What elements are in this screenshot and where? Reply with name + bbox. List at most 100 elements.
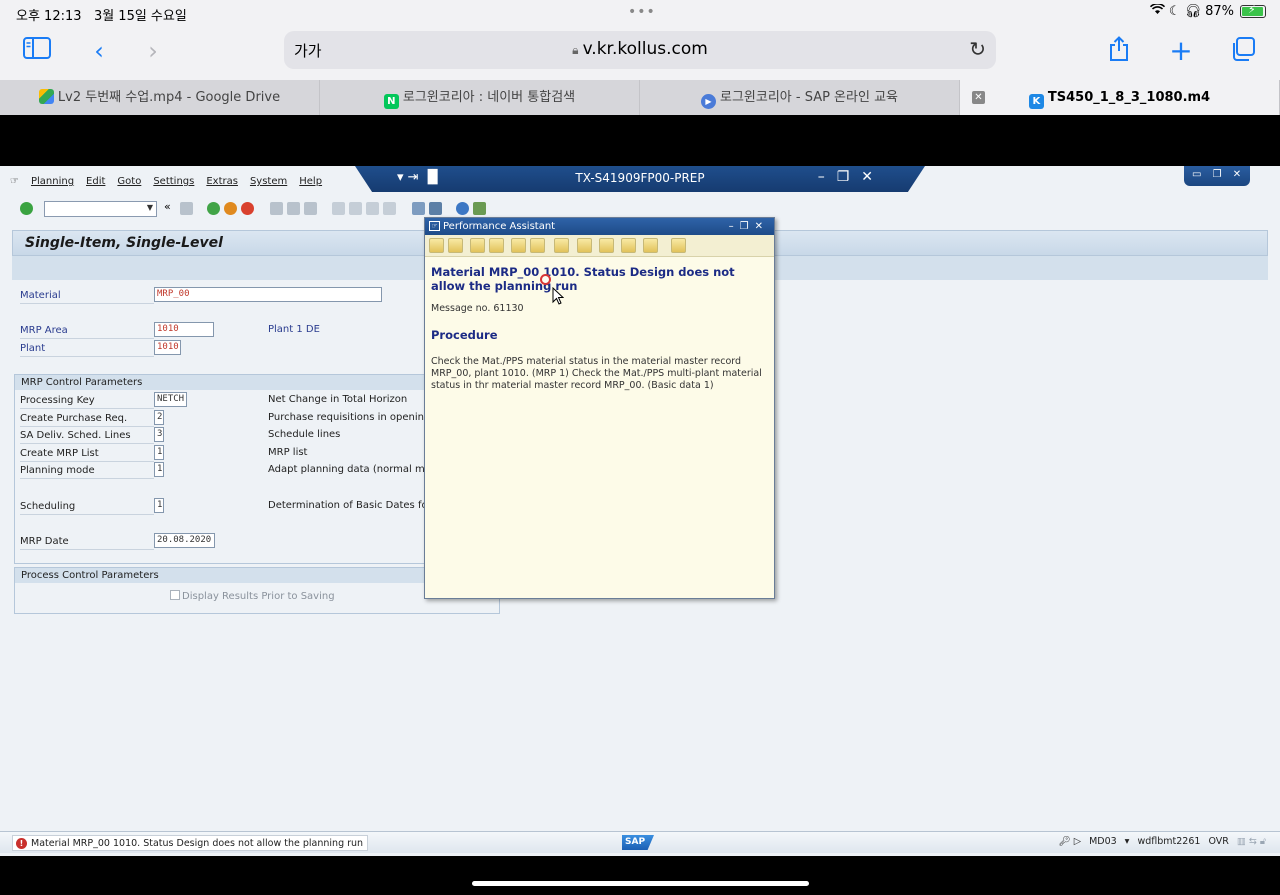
scheduling-input[interactable]: 1 — [154, 498, 164, 513]
menu-extras[interactable]: Extras — [206, 176, 238, 194]
menu-edit[interactable]: Edit — [86, 176, 105, 194]
window-corner-controls[interactable]: ▭ ❐ ✕ — [1184, 166, 1250, 186]
battery-percent: 87% — [1205, 4, 1234, 19]
tab-google-drive[interactable]: Lv2 두번째 수업.mp4 - Google Drive — [0, 80, 320, 115]
pa-window-controls[interactable]: –❐✕ — [729, 218, 769, 235]
status-message-text: Material MRP_00 1010. Status Design does… — [31, 838, 364, 849]
tab-naver[interactable]: N 로그윈코리아 : 네이버 통합검색 — [320, 80, 640, 115]
status-bar-icons[interactable]: ▥ ⇆ 🔓︎ — [1237, 836, 1266, 847]
pa-technical-icon[interactable] — [643, 238, 658, 253]
pa-title: Performance Assistant — [443, 221, 556, 232]
status-time: 오후 12:13 — [16, 9, 82, 24]
find-icon[interactable] — [287, 202, 300, 215]
sidebar-icon[interactable] — [22, 36, 52, 66]
pa-settings-icon[interactable] — [554, 238, 569, 253]
sa-deliv-label: SA Deliv. Sched. Lines — [20, 428, 154, 444]
enter-icon[interactable] — [20, 202, 33, 215]
scheduling-label: Scheduling — [20, 499, 154, 515]
command-field[interactable] — [44, 201, 157, 217]
tab-strip: Lv2 두번째 수업.mp4 - Google Drive N 로그윈코리아 : … — [0, 80, 1280, 115]
menu-help[interactable]: Help — [299, 176, 322, 194]
material-input[interactable]: MRP_00 — [154, 287, 382, 302]
reload-icon[interactable]: ↻ — [969, 37, 986, 61]
sa-deliv-input[interactable]: 3 — [154, 427, 164, 442]
performance-assistant-window: ☞ Performance Assistant –❐✕ Material MRP… — [424, 217, 775, 599]
safari-chrome: 오후 12:13 3월 15일 수요일 ••• ☾ 🎧︎ 87% ⚡︎ ‹ › — [0, 0, 1280, 115]
last-page-icon[interactable] — [383, 202, 396, 215]
pa-print-icon[interactable] — [599, 238, 614, 253]
next-page-icon[interactable] — [366, 202, 379, 215]
pa-procedure-text: Check the Mat./PPS material status in th… — [431, 356, 762, 391]
multitask-dots[interactable]: ••• — [628, 4, 656, 20]
prev-page-icon[interactable] — [349, 202, 362, 215]
home-indicator[interactable] — [472, 881, 809, 886]
pa-procedure-title: Procedure — [431, 328, 498, 342]
create-pr-input[interactable]: 2 — [154, 410, 164, 425]
help-icon[interactable] — [456, 202, 469, 215]
transaction-code[interactable]: MD03 — [1089, 836, 1117, 847]
processing-key-label: Processing Key — [20, 393, 154, 409]
checkbox-box[interactable] — [170, 590, 180, 600]
close-tab-icon[interactable]: ✕ — [972, 91, 985, 104]
find-next-icon[interactable] — [304, 202, 317, 215]
status-time-date: 오후 12:13 3월 15일 수요일 — [16, 5, 187, 24]
page-title: Single-Item, Single-Level — [25, 235, 223, 251]
pa-copy-icon[interactable] — [621, 238, 636, 253]
pa-structure-icon[interactable] — [489, 238, 504, 253]
share-icon[interactable] — [1104, 36, 1134, 66]
url-display[interactable]: 🔒︎ v.kr.kollus.com — [284, 39, 996, 59]
address-bar[interactable]: 가가 🔒︎ v.kr.kollus.com ↻ — [284, 31, 996, 69]
save-icon[interactable] — [180, 202, 193, 215]
tab-kollus[interactable]: ✕ K TS450_1_8_3_1080.m4 — [960, 80, 1280, 115]
cancel-icon[interactable] — [241, 202, 254, 215]
menu-icon[interactable]: ☞ — [10, 176, 19, 194]
pa-edit-icon[interactable] — [511, 238, 526, 253]
pa-home-icon[interactable] — [470, 238, 485, 253]
print-icon[interactable] — [270, 202, 283, 215]
mrp-area-input[interactable]: 1010 — [154, 322, 214, 337]
collapse-icon[interactable]: « — [164, 200, 177, 213]
menu-system[interactable]: System — [250, 176, 287, 194]
display-results-label: Display Results Prior to Saving — [182, 591, 335, 602]
key-icon[interactable]: 🔑︎ ▷ — [1059, 836, 1081, 847]
plant-input[interactable]: 1010 — [154, 340, 181, 355]
menu-goto[interactable]: Goto — [117, 176, 141, 194]
processing-key-desc: Net Change in Total Horizon — [268, 394, 408, 405]
pa-back-icon[interactable] — [429, 238, 444, 253]
battery-icon: ⚡︎ — [1240, 3, 1266, 18]
mouse-pointer-icon — [552, 287, 564, 305]
exit-icon[interactable] — [224, 202, 237, 215]
plus-icon[interactable]: + — [1166, 36, 1196, 66]
window-controls[interactable]: –❐✕ — [818, 169, 885, 185]
menu-settings[interactable]: Settings — [153, 176, 194, 194]
processing-key-input[interactable]: NETCH — [154, 392, 187, 407]
tabs-icon[interactable] — [1228, 36, 1258, 66]
pa-forward-icon[interactable] — [448, 238, 463, 253]
sap-logo: SAP — [622, 835, 654, 850]
back-icon[interactable] — [207, 202, 220, 215]
error-icon: ! — [16, 838, 27, 849]
forward-icon[interactable]: › — [138, 36, 168, 66]
create-mrp-list-input[interactable]: 1 — [154, 445, 164, 460]
layout-icon[interactable] — [473, 202, 486, 215]
new-session-icon[interactable] — [412, 202, 425, 215]
mrp-date-input[interactable]: 20.08.2020 — [154, 533, 215, 548]
planning-mode-input[interactable]: 1 — [154, 462, 164, 477]
dropdown-icon[interactable]: ▾ — [1125, 836, 1130, 847]
pa-close-icon[interactable] — [671, 238, 686, 253]
first-page-icon[interactable] — [332, 202, 345, 215]
display-results-checkbox[interactable]: Display Results Prior to Saving — [170, 590, 335, 602]
status-message[interactable]: ! Material MRP_00 1010. Status Design doe… — [12, 835, 369, 851]
pa-info-icon[interactable] — [577, 238, 592, 253]
tab-sap-edu[interactable]: ▶ 로그윈코리아 - SAP 온라인 교육 — [640, 80, 960, 115]
screen: 오후 12:13 3월 15일 수요일 ••• ☾ 🎧︎ 87% ⚡︎ ‹ › — [0, 0, 1280, 895]
play-icon: ▶ — [700, 94, 716, 109]
lock-icon: 🔒︎ — [572, 43, 579, 57]
back-icon[interactable]: ‹ — [84, 36, 114, 66]
pa-tools-icon[interactable] — [530, 238, 545, 253]
shortcut-icon[interactable] — [429, 202, 442, 215]
status-right: ☾ 🎧︎ 87% ⚡︎ — [1149, 3, 1266, 19]
menu-planning[interactable]: Planning — [31, 176, 74, 194]
insert-mode[interactable]: OVR — [1208, 836, 1228, 847]
headphones-icon: 🎧︎ — [1184, 4, 1202, 19]
